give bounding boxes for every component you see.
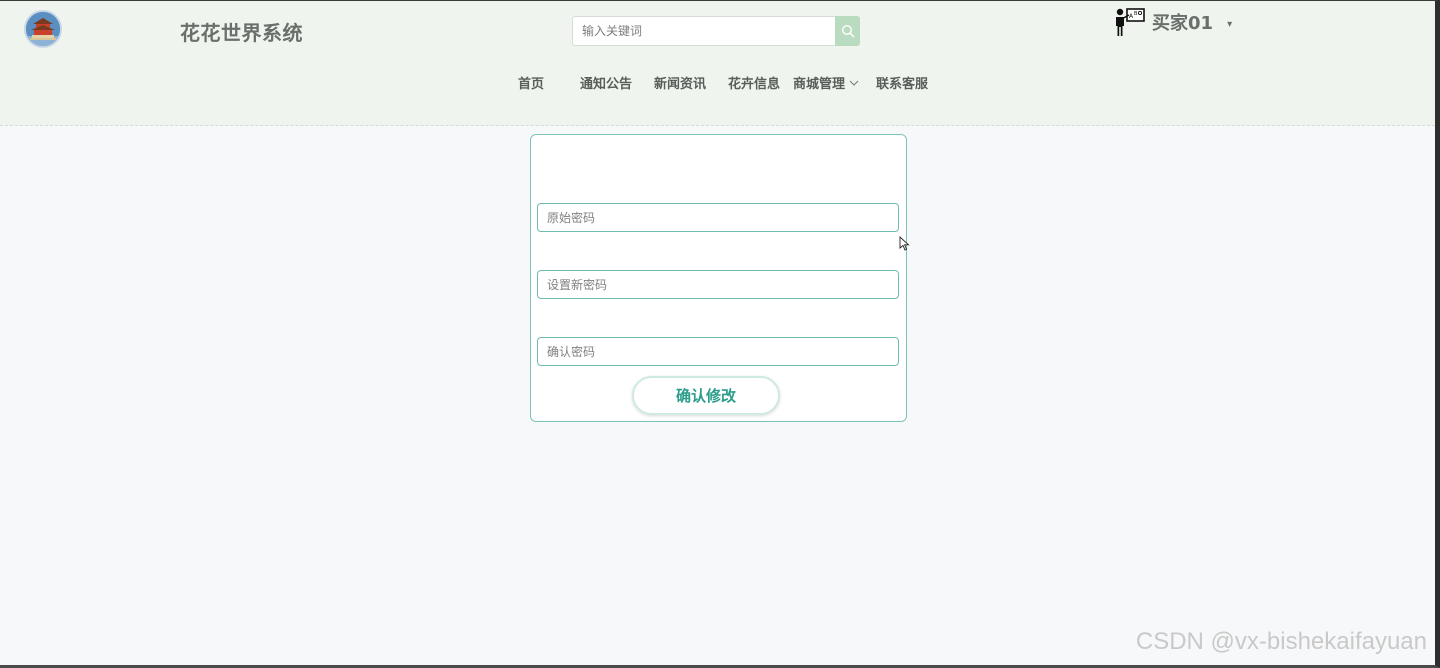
nav-item-label: 新闻资讯 — [654, 77, 707, 92]
nav-item-news[interactable]: 新闻资讯 — [654, 73, 706, 92]
search-button[interactable] — [835, 16, 860, 46]
nav-item-label: 首页 — [518, 77, 545, 92]
nav-item-customer-service[interactable]: 联系客服 — [876, 73, 928, 92]
chevron-down-icon — [849, 80, 859, 86]
nav-item-label: 商城管理 — [793, 77, 846, 92]
caret-down-icon[interactable]: ▾ — [1227, 19, 1232, 30]
confirm-password-field[interactable] — [537, 337, 899, 366]
confirm-change-button[interactable]: 确认修改 — [632, 376, 780, 415]
nav-item-flowers[interactable]: 花卉信息 — [728, 73, 780, 92]
nav-item-label: 联系客服 — [876, 77, 929, 92]
site-logo[interactable] — [24, 10, 62, 48]
new-password-field[interactable] — [537, 270, 899, 299]
nav-item-label: 花卉信息 — [728, 77, 781, 92]
nav-item-home[interactable]: 首页 — [518, 73, 544, 92]
watermark: CSDN @vx-bishekaifayuan — [1135, 628, 1427, 655]
user-menu[interactable]: A B 买家01 ▾ — [1114, 4, 1232, 40]
search-icon — [841, 24, 854, 38]
browser-viewport: 花花世界系统 A B 买家01 ▾ — [0, 0, 1440, 668]
teacher-avatar-icon: A B — [1116, 8, 1145, 36]
search-input[interactable] — [572, 16, 835, 46]
nav-item-label: 通知公告 — [580, 77, 633, 92]
temple-logo-icon — [26, 12, 60, 46]
search-bar — [572, 16, 860, 46]
nav-item-notices[interactable]: 通知公告 — [580, 73, 632, 92]
main-nav: 首页 通知公告 新闻资讯 花卉信息 商城管理 联系客服 — [0, 73, 1435, 95]
user-name[interactable]: 买家01 — [1152, 9, 1213, 35]
mouse-pointer-icon — [899, 236, 910, 251]
svg-text:B: B — [1134, 11, 1138, 17]
old-password-field[interactable] — [537, 203, 899, 232]
nav-item-shop-management[interactable]: 商城管理 — [793, 73, 859, 92]
change-password-panel: 确认修改 — [530, 134, 907, 422]
site-title: 花花世界系统 — [180, 21, 303, 45]
top-header: 花花世界系统 A B 买家01 ▾ — [0, 1, 1435, 126]
